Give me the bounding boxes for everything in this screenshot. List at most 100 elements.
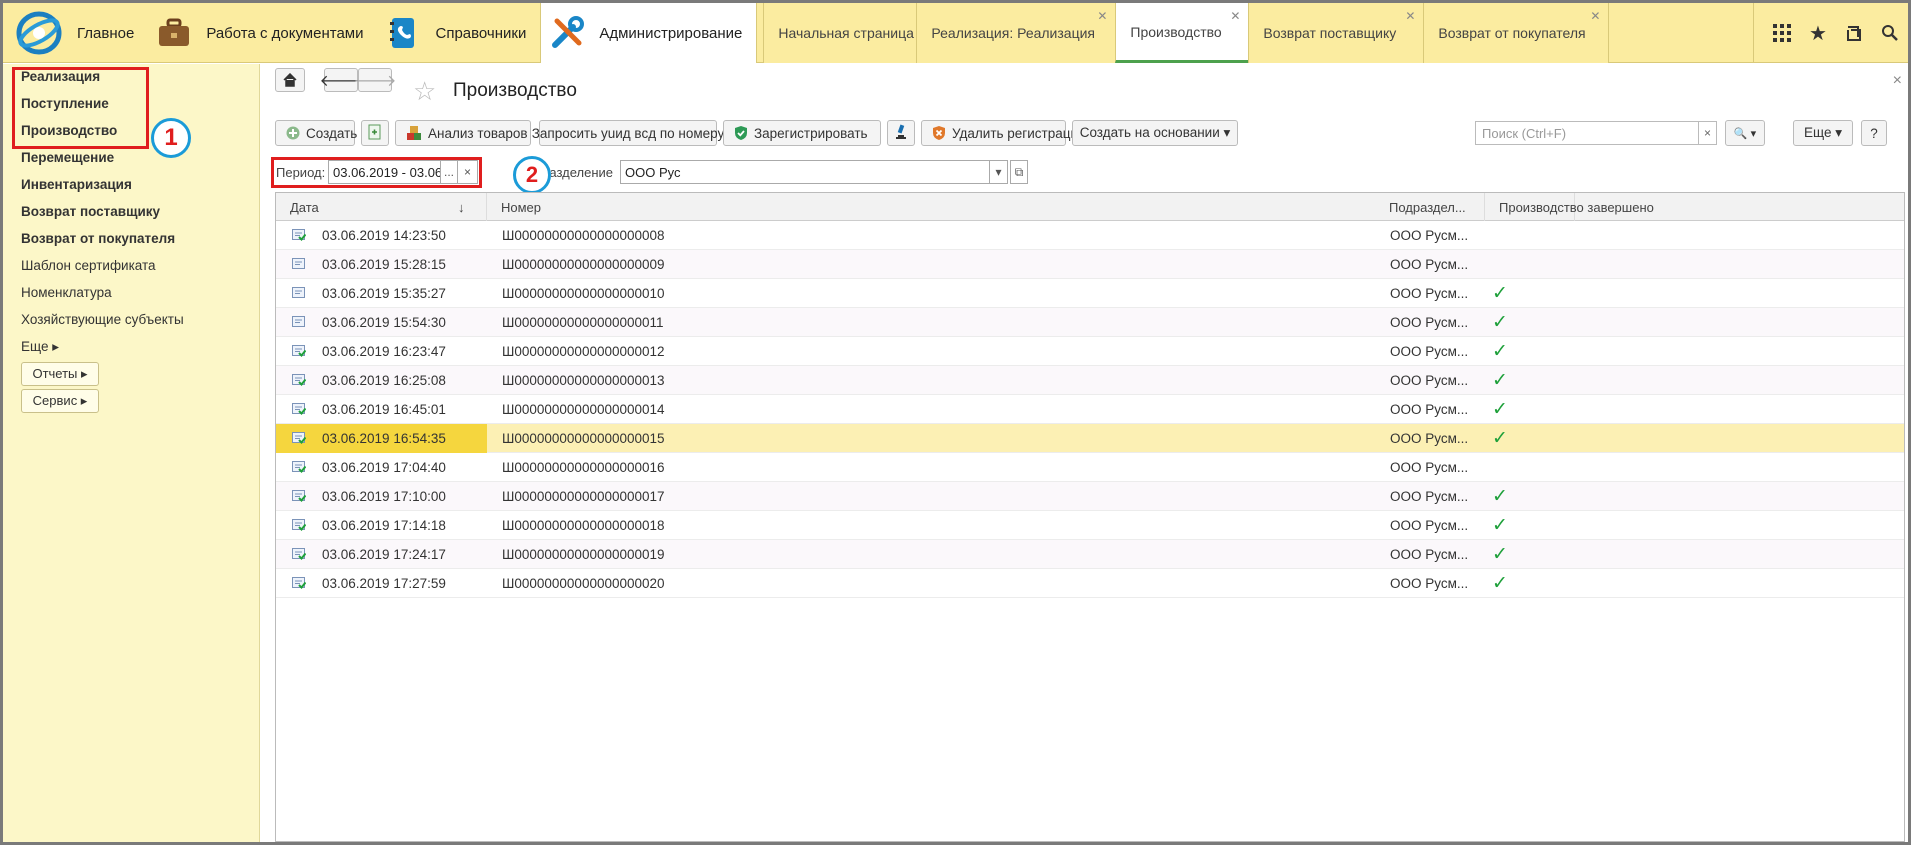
- table-row[interactable]: 03.06.2019 15:28:15 Ш00000000000000000009…: [276, 250, 1904, 279]
- posted-document-icon: [292, 229, 306, 241]
- service-button[interactable]: Сервис ▸: [21, 389, 99, 413]
- section-administration[interactable]: Администрирование: [540, 3, 758, 63]
- date-text: 03.06.2019 14:23:50: [322, 228, 446, 243]
- cell-production-done: [1492, 250, 1532, 279]
- briefcase-icon: [156, 15, 192, 51]
- create-on-basis-button[interactable]: Создать на основании ▾: [1072, 120, 1238, 146]
- column-division[interactable]: Подраздел...: [1375, 193, 1485, 221]
- delete-registration-button[interactable]: Удалить регистрацию: [921, 120, 1088, 146]
- posted-document-icon: [292, 519, 306, 531]
- table-row[interactable]: 03.06.2019 16:45:01 Ш00000000000000000014…: [276, 395, 1904, 424]
- division-open-button[interactable]: ⧉: [1010, 160, 1028, 184]
- cell-date: 03.06.2019 17:14:18: [276, 511, 487, 540]
- sidebar-item-certificate-template[interactable]: Шаблон сертификата: [21, 258, 156, 273]
- section-directories[interactable]: Справочники: [377, 3, 540, 63]
- cell-date: 03.06.2019 17:04:40: [276, 453, 487, 482]
- section-documents-label: Работа с документами: [206, 24, 364, 42]
- register-button[interactable]: Зарегистрировать: [723, 120, 881, 146]
- column-production-done[interactable]: Производство завершено: [1485, 193, 1904, 221]
- close-icon[interactable]: ✕: [1097, 9, 1107, 23]
- table-row[interactable]: 03.06.2019 16:25:08 Ш00000000000000000013…: [276, 366, 1904, 395]
- top-bar: Главное Работа с документами Справочники…: [3, 3, 1908, 63]
- column-date[interactable]: Дата ↓: [276, 193, 487, 221]
- division-label: Подразделение:: [551, 165, 613, 180]
- sidebar-item-business-entities[interactable]: Хозяйствующие субъекты: [21, 312, 184, 327]
- create-button[interactable]: Создать: [275, 120, 357, 146]
- sidebar-item-return-customer[interactable]: Возврат от покупателя: [21, 231, 175, 246]
- sidebar-item-return-supplier[interactable]: Возврат поставщику: [21, 204, 160, 219]
- section-main[interactable]: Главное: [3, 3, 148, 63]
- close-icon[interactable]: ✕: [1230, 9, 1240, 23]
- documents-table[interactable]: Дата ↓ Номер Подраздел... Производство з…: [275, 192, 1905, 842]
- register-label: Зарегистрировать: [754, 125, 868, 141]
- sort-arrow-icon: ↓: [458, 199, 465, 215]
- history-icon[interactable]: [1836, 15, 1872, 51]
- close-icon[interactable]: ✕: [1405, 9, 1415, 23]
- checkmark-icon: ✓: [1492, 515, 1508, 536]
- checkmark-icon: ✓: [1492, 370, 1508, 391]
- create-on-basis-label: Создать на основании ▾: [1079, 125, 1231, 140]
- tab-return-customer[interactable]: Возврат от покупателя ✕: [1423, 3, 1609, 63]
- cell-date: 03.06.2019 17:10:00: [276, 482, 487, 511]
- table-row[interactable]: 03.06.2019 16:54:35 Ш00000000000000000015…: [276, 424, 1904, 453]
- analyze-goods-label: Анализ товаров: [428, 125, 528, 141]
- cell-division: ООО Русм...: [1390, 286, 1469, 301]
- grid-menu-icon[interactable]: [1764, 15, 1800, 51]
- posted-document-icon: [292, 461, 306, 473]
- section-documents[interactable]: Работа с документами: [148, 3, 377, 63]
- cell-date: 03.06.2019 16:23:47: [276, 337, 487, 366]
- table-row[interactable]: 03.06.2019 15:54:30 Ш00000000000000000011…: [276, 308, 1904, 337]
- table-row[interactable]: 03.06.2019 14:23:50 Ш00000000000000000008…: [276, 221, 1904, 250]
- table-header: Дата ↓ Номер Подраздел... Производство з…: [276, 193, 1904, 221]
- division-field[interactable]: ООО Рус: [620, 160, 990, 184]
- table-row[interactable]: 03.06.2019 17:14:18 Ш00000000000000000018…: [276, 511, 1904, 540]
- table-row[interactable]: 03.06.2019 17:04:40 Ш00000000000000000016…: [276, 453, 1904, 482]
- request-uuid-button[interactable]: Запросить уuид всд по номеру: [532, 120, 724, 146]
- close-icon[interactable]: ✕: [1590, 9, 1600, 23]
- checkmark-icon: ✓: [1492, 283, 1508, 304]
- forward-button[interactable]: 🡒: [354, 68, 396, 92]
- search-input[interactable]: Поиск (Ctrl+F): [1475, 121, 1699, 145]
- table-row[interactable]: 03.06.2019 16:23:47 Ш00000000000000000012…: [276, 337, 1904, 366]
- favorites-star-icon[interactable]: ★: [1800, 15, 1836, 51]
- sidebar-item-inventory[interactable]: Инвентаризация: [21, 177, 132, 192]
- home-icon: [283, 73, 297, 87]
- reports-button[interactable]: Отчеты ▸: [21, 362, 99, 386]
- tab-label: Возврат поставщику: [1263, 25, 1397, 41]
- document-icon: [292, 316, 305, 327]
- tab-return-supplier[interactable]: Возврат поставщику ✕: [1248, 3, 1424, 63]
- cell-division: ООО Русм...: [1390, 373, 1469, 388]
- sidebar-item-transfer[interactable]: Перемещение: [21, 150, 114, 165]
- copy-button[interactable]: [361, 120, 389, 146]
- search-icon[interactable]: [1872, 15, 1908, 51]
- search-button[interactable]: 🔍 ▾: [1725, 120, 1765, 146]
- table-row[interactable]: 03.06.2019 17:27:59 Ш00000000000000000020…: [276, 569, 1904, 598]
- posted-document-icon: [292, 490, 306, 502]
- table-row[interactable]: 03.06.2019 17:24:17 Ш00000000000000000019…: [276, 540, 1904, 569]
- close-form-button[interactable]: ×: [1893, 72, 1902, 90]
- search-clear-button[interactable]: ×: [1699, 121, 1717, 145]
- cell-date: 03.06.2019 17:24:17: [276, 540, 487, 569]
- checkmark-icon: ✓: [1492, 341, 1508, 362]
- sidebar-item-nomenclature[interactable]: Номенклатура: [21, 285, 112, 300]
- tab-production[interactable]: Производство ✕: [1115, 3, 1249, 63]
- table-row[interactable]: 03.06.2019 17:10:00 Ш00000000000000000017…: [276, 482, 1904, 511]
- analyze-goods-button[interactable]: Анализ товаров: [395, 120, 531, 146]
- division-dropdown-button[interactable]: ▾: [990, 160, 1008, 184]
- tab-home-page[interactable]: Начальная страница: [763, 3, 917, 63]
- more-button[interactable]: Еще ▾: [1793, 120, 1853, 146]
- date-text: 03.06.2019 15:28:15: [322, 257, 446, 272]
- plus-circle-icon: [286, 126, 300, 140]
- section-main-label: Главное: [77, 24, 135, 42]
- home-button[interactable]: [275, 68, 305, 92]
- posted-document-icon: [292, 432, 306, 444]
- cell-date: 03.06.2019 15:54:30: [276, 308, 487, 337]
- phonebook-icon: [385, 15, 421, 51]
- help-button[interactable]: ?: [1861, 120, 1887, 146]
- tab-realization[interactable]: Реализация: Реализация ✕: [916, 3, 1116, 63]
- favorite-star-icon[interactable]: ☆: [413, 76, 436, 107]
- sidebar-item-more[interactable]: Еще ▸: [21, 339, 59, 355]
- microscope-button[interactable]: [887, 120, 915, 146]
- date-text: 03.06.2019 17:10:00: [322, 489, 446, 504]
- table-row[interactable]: 03.06.2019 15:35:27 Ш00000000000000000010…: [276, 279, 1904, 308]
